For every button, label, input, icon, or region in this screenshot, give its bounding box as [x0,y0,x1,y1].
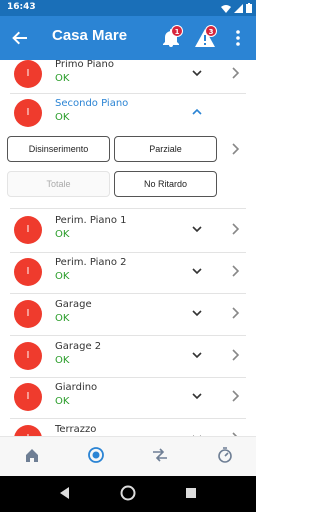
zone-name: Secondo Piano [55,98,129,109]
app-bar: Casa Mare 1 3 [0,16,256,60]
zone-avatar: I [14,99,42,127]
signal-icon [234,3,243,13]
zone-name: Garage [55,299,92,310]
recents-square-icon[interactable] [185,487,197,499]
chevron-down-icon[interactable] [191,223,203,235]
zone-name: Terrazzo [55,424,97,435]
zone-avatar: I [14,383,42,411]
home-icon[interactable] [23,446,41,464]
battery-icon [246,3,252,13]
chevron-down-icon[interactable] [191,307,203,319]
chevron-right-icon[interactable] [230,306,240,320]
zone-avatar: I [14,60,42,88]
zone-status: OK [55,271,70,282]
zone-status: OK [55,396,70,407]
zone-list[interactable]: I Primo Piano OK I Secondo Piano OK Disi… [0,60,256,436]
chevron-right-icon[interactable] [230,348,240,362]
zone-row-expanded[interactable]: I Secondo Piano OK [0,93,256,133]
zone-avatar: I [14,216,42,244]
zone-avatar: I [14,300,42,328]
radio-target-icon[interactable] [87,446,105,464]
back-triangle-icon[interactable] [58,486,70,500]
zone-status: OK [55,73,70,84]
zone-row[interactable]: I Terrazzo [0,419,256,436]
status-icons [221,3,252,13]
notifications-badge: 1 [171,25,183,37]
parziale-button[interactable]: Parziale [114,136,217,162]
chevron-down-icon[interactable] [191,67,203,79]
no-ritardo-button[interactable]: No Ritardo [114,171,217,197]
zone-row[interactable]: I Garage 2 OK [0,336,256,376]
chevron-right-icon[interactable] [230,389,240,403]
wifi-icon [221,4,231,13]
zone-status: OK [55,112,70,123]
timer-icon[interactable] [216,446,234,464]
zone-row[interactable]: I Perim. Piano 2 OK [0,252,256,292]
home-circle-icon[interactable] [120,485,136,501]
chevron-right-icon[interactable] [230,142,240,156]
zone-row[interactable]: I Perim. Piano 1 OK [0,210,256,250]
zone-name: Perim. Piano 1 [55,215,127,226]
chevron-right-icon[interactable] [230,264,240,278]
page-title: Casa Mare [52,27,128,44]
zone-name: Giardino [55,382,98,393]
totale-button[interactable]: Totale [7,171,110,197]
alerts-badge: 3 [205,25,217,37]
chevron-up-icon[interactable] [191,106,203,118]
status-bar: 16:43 [0,0,256,16]
system-nav-bar [0,476,256,512]
chevron-down-icon[interactable] [191,390,203,402]
arrow-left-icon[interactable] [10,28,30,48]
zone-row[interactable]: I Primo Piano OK [0,60,256,94]
bottom-nav [0,436,256,476]
zone-name: Primo Piano [55,60,114,70]
zone-status: OK [55,229,70,240]
zone-avatar: I [14,342,42,370]
chevron-right-icon[interactable] [230,222,240,236]
zone-row[interactable]: I Garage OK [0,294,256,334]
divider [10,208,246,209]
disinserimento-button[interactable]: Disinserimento [7,136,110,162]
zone-avatar: I [14,258,42,286]
status-time: 16:43 [7,2,36,12]
zone-status: OK [55,313,70,324]
more-vert-icon[interactable] [232,29,244,47]
swap-arrows-icon[interactable] [151,446,169,464]
zone-name: Perim. Piano 2 [55,257,127,268]
zone-avatar: I [14,425,42,436]
zone-name: Garage 2 [55,341,102,352]
zone-status: OK [55,355,70,366]
chevron-down-icon[interactable] [191,265,203,277]
chevron-right-icon[interactable] [230,66,240,80]
zone-row[interactable]: I Giardino OK [0,377,256,417]
chevron-down-icon[interactable] [191,349,203,361]
